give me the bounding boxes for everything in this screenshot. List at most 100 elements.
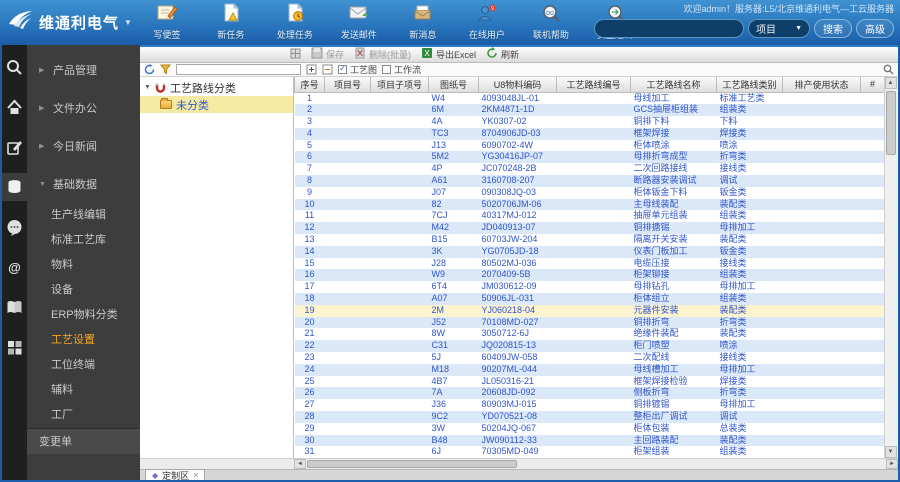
- horizontal-scrollbar[interactable]: ◄ ►: [294, 458, 898, 469]
- column-header[interactable]: 图纸号: [428, 77, 479, 93]
- table-search-icon[interactable]: [883, 64, 894, 75]
- table-row[interactable]: 2 6M 2KM4871-1D GCS抽屉柜组装 组装类: [294, 104, 884, 117]
- tree-filter-input[interactable]: [176, 63, 301, 75]
- tree-root-node[interactable]: ▼ 工艺路线分类: [140, 79, 293, 96]
- custom-zone-tab[interactable]: ◆ 定制区 ×: [145, 469, 206, 481]
- grid-icon[interactable]: [290, 48, 301, 61]
- table-row[interactable]: 12 M42 JD040913-07 铜排搪锡 母排加工: [294, 222, 884, 235]
- sidebar-section-basedata[interactable]: ▼ 基础数据: [27, 165, 140, 203]
- column-header[interactable]: 工艺路线编号: [556, 77, 631, 93]
- table-row[interactable]: 25 4B7 JL050316-21 框架焊接检验 焊接类: [294, 375, 884, 388]
- table-row[interactable]: 11 7CJ 40317MJ-012 抽屉单元组装 组装类: [294, 210, 884, 223]
- sidebar-item-1[interactable]: 标准工艺库: [27, 228, 140, 253]
- table-row[interactable]: 22 C31 JQ020815-13 柜门喷塑 喷涂: [294, 340, 884, 353]
- scroll-right-icon[interactable]: ►: [886, 459, 898, 469]
- table-row[interactable]: 30 B48 JW090112-33 主回路装配 装配类: [294, 434, 884, 447]
- expand-all-icon[interactable]: [306, 64, 317, 75]
- sidebar-item-4[interactable]: ERP物料分类: [27, 303, 140, 328]
- rail-home-icon[interactable]: [2, 93, 27, 121]
- column-header[interactable]: 项目号: [324, 77, 371, 93]
- table-row[interactable]: 21 8W 3050712-6J 绝缘件装配 装配类: [294, 328, 884, 341]
- table-row[interactable]: 31 6J 70305MD-049 柜架组装 组装类: [294, 446, 884, 458]
- sidebar-item-0[interactable]: 生产线编辑: [27, 203, 140, 228]
- toolbar-send-mail-button[interactable]: 发送邮件: [334, 3, 384, 41]
- scroll-left-icon[interactable]: ◄: [294, 459, 306, 469]
- collapse-all-icon[interactable]: [322, 64, 333, 75]
- vertical-scroll-thumb[interactable]: [885, 91, 896, 155]
- sidebar-item-2[interactable]: 物料: [27, 253, 140, 278]
- advanced-search-button[interactable]: 高级: [856, 19, 894, 38]
- toolbar-new-message-button[interactable]: 新消息: [398, 3, 448, 41]
- delete-batch-button[interactable]: 删除(批量): [354, 47, 411, 61]
- table-row[interactable]: 20 J52 70108MD-027 铜排折弯 折弯类: [294, 316, 884, 329]
- toolbar-note-button[interactable]: 写便签: [142, 3, 192, 41]
- save-button[interactable]: 保存: [311, 47, 344, 61]
- sidebar-section-changeorder[interactable]: 变更单: [27, 428, 140, 454]
- sidebar-item-7[interactable]: 辅料: [27, 378, 140, 403]
- table-row[interactable]: 27 J36 80903MJ-015 铜排镀锡 母排加工: [294, 399, 884, 412]
- table-row[interactable]: 23 5J 60409JW-058 二次配线 接线类: [294, 352, 884, 364]
- table-row[interactable]: 16 W9 2070409-5B 柜架铆接 组装类: [294, 269, 884, 282]
- horizontal-scroll-thumb[interactable]: [307, 460, 517, 468]
- column-header[interactable]: 项目子项号: [370, 77, 429, 93]
- sidebar-section-news[interactable]: ▶ 今日新闻: [27, 127, 140, 165]
- table-row[interactable]: 17 6T4 JM030612-09 母排钻孔 母排加工: [294, 281, 884, 294]
- table-row[interactable]: 5 J13 6090702-4W 柜体喷涂 喷涂: [294, 139, 884, 152]
- table-row[interactable]: 8 A61 3160708-207 断路器安装调试 调试: [294, 175, 884, 187]
- app-logo[interactable]: 维通利电气 ▼: [0, 10, 142, 35]
- tree-node-unclassified[interactable]: 未分类: [140, 96, 293, 113]
- table-row[interactable]: 18 A07 50906JL-031 柜体组立 组装类: [294, 293, 884, 305]
- close-icon[interactable]: ×: [193, 470, 198, 480]
- table-row[interactable]: 14 3K YG0705JD-18 仪表门板加工 钣金类: [294, 245, 884, 258]
- table-row[interactable]: 7 4P JC070248-2B 二次回路接线 接线类: [294, 163, 884, 176]
- column-header[interactable]: #: [860, 77, 884, 93]
- table-row[interactable]: 9 J07 090308JQ-03 柜体钣金下料 钣金类: [294, 186, 884, 199]
- vertical-scrollbar[interactable]: ▲ ▼: [884, 77, 897, 458]
- rail-book-icon[interactable]: [2, 293, 27, 321]
- sidebar-item-8[interactable]: 工厂: [27, 403, 140, 428]
- rail-contact-icon[interactable]: @: [2, 253, 27, 281]
- toolbar-help-button[interactable]: oo 联机帮助: [526, 3, 576, 41]
- rail-database-icon[interactable]: [2, 173, 27, 201]
- search-input[interactable]: [594, 19, 744, 38]
- sidebar-item-6[interactable]: 工位终端: [27, 353, 140, 378]
- scroll-down-icon[interactable]: ▼: [884, 446, 897, 458]
- refresh-button[interactable]: 刷新: [486, 47, 519, 61]
- table-row[interactable]: 15 J28 80502MJ-036 电缆压接 接线类: [294, 257, 884, 270]
- column-header[interactable]: 序号: [294, 77, 325, 93]
- workflow-checkbox[interactable]: 工作流: [382, 63, 421, 76]
- table-row[interactable]: 28 9C2 YD070521-08 整柜出厂调试 调试: [294, 411, 884, 423]
- column-header[interactable]: U8物料编码: [478, 77, 557, 93]
- rail-gallery-icon[interactable]: [2, 333, 27, 361]
- rail-edit-icon[interactable]: [2, 133, 27, 161]
- table-row[interactable]: 19 2M YJ060218-04 元器件安装 装配类: [294, 304, 884, 317]
- column-header[interactable]: 工艺路线名称: [630, 77, 717, 93]
- sidebar-item-3[interactable]: 设备: [27, 278, 140, 303]
- scroll-up-icon[interactable]: ▲: [884, 77, 897, 89]
- table-row[interactable]: 6 5M2 YG30416JP-07 母排折弯成型 折弯类: [294, 151, 884, 164]
- table-row[interactable]: 4 TC3 8704906JD-03 框架焊接 焊接类: [294, 127, 884, 140]
- sidebar-section-files[interactable]: ▶ 文件办公: [27, 89, 140, 127]
- search-category-select[interactable]: 项目 ▼: [748, 19, 810, 38]
- process-diagram-checkbox[interactable]: ✓ 工艺图: [338, 63, 377, 76]
- column-header[interactable]: 工艺路线类别: [716, 77, 783, 93]
- table-row[interactable]: 26 7A 20608JD-092 侧板折弯 折弯类: [294, 387, 884, 400]
- table-row[interactable]: 24 M18 90207ML-044 母线槽加工 母排加工: [294, 363, 884, 376]
- rail-chat-icon[interactable]: [2, 213, 27, 241]
- sidebar-item-5[interactable]: 工艺设置: [27, 328, 140, 353]
- export-excel-button[interactable]: X 导出Excel: [421, 47, 476, 61]
- table-row[interactable]: 13 B15 60703JW-204 隔离开关安装 装配类: [294, 234, 884, 246]
- search-button[interactable]: 搜索: [814, 19, 852, 38]
- toolbar-handle-task-button[interactable]: 处理任务: [270, 2, 320, 41]
- tree-refresh-icon[interactable]: [144, 63, 155, 75]
- toolbar-online-users-button[interactable]: 9 在线用户: [462, 3, 512, 41]
- table-row[interactable]: 3 4A YK0307-02 铜排下料 下料: [294, 116, 884, 128]
- table-row[interactable]: 29 3W 50204JQ-067 柜体包装 总装类: [294, 422, 884, 435]
- sidebar-section-product[interactable]: ▶ 产品管理: [27, 51, 140, 89]
- toolbar-new-task-button[interactable]: 新任务: [206, 2, 256, 41]
- filter-icon[interactable]: [160, 64, 171, 75]
- table-row[interactable]: 1 W4 4093048JL-01 母线加工 标准工艺类: [294, 92, 884, 105]
- logo-dropdown-caret[interactable]: ▼: [124, 18, 132, 27]
- table-row[interactable]: 10 82 5020706JM-06 主母线装配 装配类: [294, 198, 884, 211]
- column-header[interactable]: 排产使用状态: [782, 77, 861, 93]
